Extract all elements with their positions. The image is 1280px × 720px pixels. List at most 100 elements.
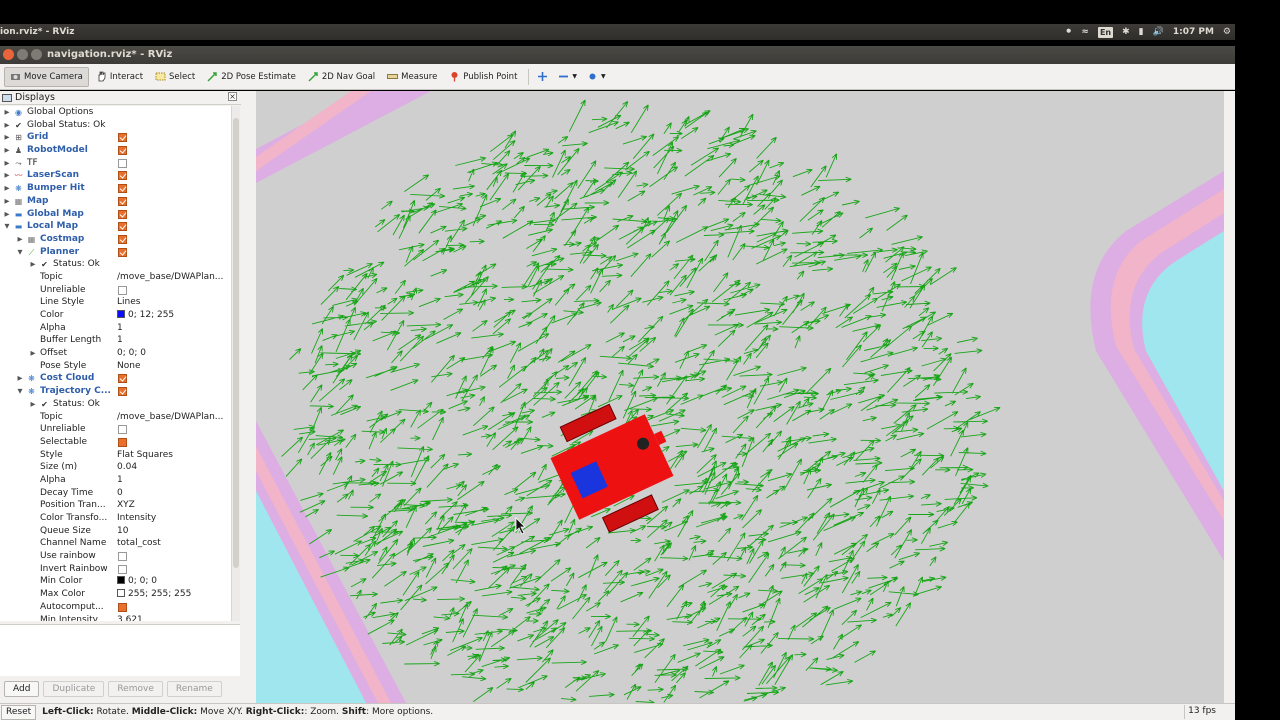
- display-enable-checkbox[interactable]: [118, 184, 127, 194]
- keyboard-layout-indicator[interactable]: En: [1097, 26, 1114, 38]
- display-row[interactable]: ▶ ▬ Global Map: [0, 208, 231, 221]
- expand-arrow-icon[interactable]: ▶: [3, 182, 11, 195]
- display-enable-checkbox[interactable]: [118, 133, 127, 143]
- expand-arrow-icon[interactable]: ▶: [3, 119, 11, 132]
- display-row[interactable]: ▶ ◉ Global Options: [0, 106, 231, 119]
- expand-arrow-icon[interactable]: ▶: [3, 195, 11, 208]
- display-row-value[interactable]: XYZ: [117, 499, 135, 512]
- display-row[interactable]: Selectable: [0, 436, 231, 449]
- expand-arrow-icon[interactable]: ▶: [3, 144, 11, 157]
- display-row-value[interactable]: /move_base/DWAPlan...: [117, 411, 223, 424]
- display-row[interactable]: ▶ ✔ Status: Ok: [0, 398, 231, 411]
- display-row-value[interactable]: 255; 255; 255: [117, 588, 191, 601]
- display-row[interactable]: ▶ ♟ RobotModel: [0, 144, 231, 157]
- display-row[interactable]: Invert Rainbow: [0, 563, 231, 576]
- display-row-value[interactable]: 0; 0; 0: [117, 347, 146, 360]
- gear-icon[interactable]: ⚙: [1223, 26, 1231, 38]
- display-enable-checkbox[interactable]: [118, 196, 127, 206]
- expand-arrow-icon[interactable]: ▶: [29, 347, 37, 360]
- close-panel-button[interactable]: ×: [228, 92, 237, 101]
- expand-arrow-icon[interactable]: ▶: [16, 233, 24, 246]
- display-row[interactable]: Pose Style None: [0, 360, 231, 373]
- display-row[interactable]: ▼ ▬ Local Map: [0, 220, 231, 233]
- display-row[interactable]: Queue Size 10: [0, 525, 231, 538]
- move-camera-tool[interactable]: Move Camera: [4, 66, 89, 87]
- display-row[interactable]: ▶ Offset 0; 0; 0: [0, 347, 231, 360]
- remove-display-button[interactable]: Remove: [108, 681, 163, 697]
- scrollbar-thumb[interactable]: [233, 118, 239, 568]
- display-enable-checkbox[interactable]: [118, 171, 127, 181]
- display-row-value[interactable]: total_cost: [117, 537, 161, 550]
- display-row[interactable]: ▶ ⤳ TF: [0, 157, 231, 170]
- display-row-value[interactable]: 1: [117, 334, 123, 347]
- duplicate-display-button[interactable]: Duplicate: [43, 681, 105, 697]
- clock[interactable]: 1:07 PM: [1173, 26, 1214, 38]
- display-row[interactable]: Autocomput...: [0, 601, 231, 614]
- display-row-value[interactable]: Flat Squares: [117, 449, 173, 462]
- rename-display-button[interactable]: Rename: [166, 681, 222, 697]
- display-row[interactable]: Color Transfo... Intensity: [0, 512, 231, 525]
- ubuntu-logo-icon[interactable]: ⚫: [1065, 26, 1073, 38]
- expand-arrow-icon[interactable]: ▶: [3, 131, 11, 144]
- viewport-right-splitter[interactable]: [1224, 91, 1235, 703]
- display-row[interactable]: ▶ ❋ Bumper Hit: [0, 182, 231, 195]
- display-row[interactable]: ▶ ⊞ Grid: [0, 131, 231, 144]
- pose-estimate-tool[interactable]: 2D Pose Estimate: [202, 67, 301, 87]
- display-row[interactable]: ▶ ▦ Map: [0, 195, 231, 208]
- bluetooth-icon[interactable]: ✱: [1122, 26, 1130, 38]
- expand-arrow-icon[interactable]: ▶: [29, 398, 37, 411]
- display-row-value[interactable]: 1: [117, 474, 123, 487]
- display-row[interactable]: Min Intensity 3.621: [0, 614, 231, 622]
- display-enable-checkbox[interactable]: [118, 387, 127, 397]
- display-row[interactable]: Color 0; 12; 255: [0, 309, 231, 322]
- close-window-button[interactable]: [3, 49, 14, 60]
- display-row[interactable]: ▶ ✔ Global Status: Ok: [0, 119, 231, 132]
- display-row[interactable]: Unreliable: [0, 423, 231, 436]
- display-row[interactable]: Topic/move_base/DWAPlan...: [0, 411, 231, 424]
- render-viewport[interactable]: [256, 91, 1224, 703]
- expand-arrow-icon[interactable]: ▶: [29, 258, 37, 271]
- property-checkbox[interactable]: [118, 437, 127, 447]
- display-row-value[interactable]: 0.04: [117, 461, 137, 474]
- color-swatch[interactable]: [117, 576, 125, 585]
- property-checkbox[interactable]: [118, 602, 127, 612]
- expand-arrow-open-icon[interactable]: ▼: [3, 220, 11, 233]
- volume-icon[interactable]: 🔊: [1153, 26, 1164, 38]
- measure-tool[interactable]: Measure: [382, 67, 442, 87]
- wifi-icon[interactable]: ≈: [1081, 26, 1089, 38]
- publish-point-tool[interactable]: Publish Point: [444, 67, 522, 87]
- display-row-value[interactable]: 1: [117, 322, 123, 335]
- battery-icon[interactable]: ▮: [1139, 26, 1144, 38]
- display-row-value[interactable]: Intensity: [117, 512, 156, 525]
- color-swatch[interactable]: [117, 310, 125, 318]
- display-row[interactable]: Size (m) 0.04: [0, 461, 231, 474]
- display-enable-checkbox[interactable]: [118, 222, 127, 232]
- display-row[interactable]: Style Flat Squares: [0, 449, 231, 462]
- display-row[interactable]: Max Color 255; 255; 255: [0, 588, 231, 601]
- camera-type-button[interactable]: ▼: [583, 67, 610, 87]
- display-row[interactable]: ▶ ❋ Cost Cloud: [0, 372, 231, 385]
- display-row[interactable]: Decay Time 0: [0, 487, 231, 500]
- expand-arrow-open-icon[interactable]: ▼: [16, 246, 24, 259]
- maximize-window-button[interactable]: [31, 49, 42, 60]
- display-row-value[interactable]: 0; 12; 255: [117, 309, 174, 322]
- display-row[interactable]: ▼ ⟋ Planner: [0, 246, 231, 259]
- property-checkbox[interactable]: [118, 564, 127, 574]
- display-row-value[interactable]: None: [117, 360, 140, 373]
- display-row[interactable]: ▶ ▦ Costmap: [0, 233, 231, 246]
- reset-button[interactable]: Reset: [1, 704, 37, 720]
- display-row-value[interactable]: 0: [117, 487, 123, 500]
- expand-arrow-icon[interactable]: ▶: [3, 106, 11, 119]
- display-row[interactable]: Position Tran... XYZ: [0, 499, 231, 512]
- display-row-value[interactable]: 10: [117, 525, 128, 538]
- display-row[interactable]: Unreliable: [0, 284, 231, 297]
- display-enable-checkbox[interactable]: [118, 234, 127, 244]
- display-row-value[interactable]: Lines: [117, 296, 140, 309]
- display-row[interactable]: Alpha 1: [0, 474, 231, 487]
- nav-goal-tool[interactable]: 2D Nav Goal: [303, 67, 380, 87]
- add-tool-button[interactable]: [533, 67, 552, 87]
- display-row[interactable]: ▶ 〰 LaserScan: [0, 169, 231, 182]
- remove-tool-button[interactable]: ▼: [554, 67, 581, 87]
- add-display-button[interactable]: Add: [4, 681, 40, 697]
- display-row[interactable]: ▼ ❋ Trajectory C...: [0, 385, 231, 398]
